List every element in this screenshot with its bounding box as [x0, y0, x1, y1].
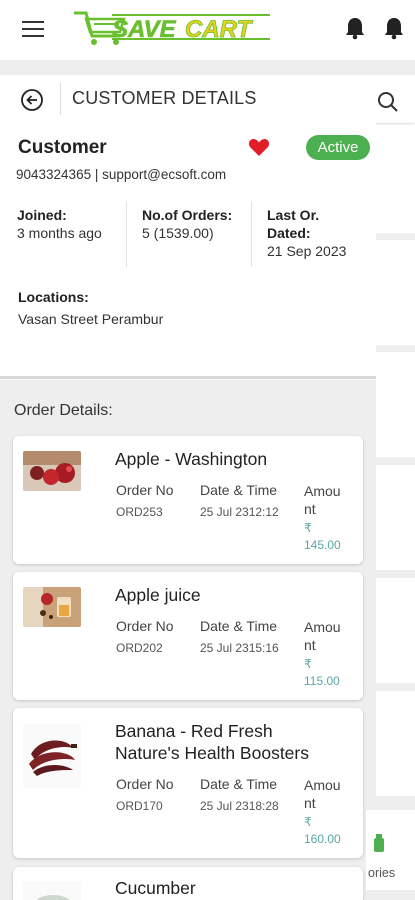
- bg-panel: [376, 691, 415, 796]
- order-card[interactable]: Apple - Washington Order No Date & Time …: [13, 436, 363, 564]
- locations-value: Vasan Street Perambur: [18, 311, 164, 327]
- last-order-stat: Last Or. Dated: 21 Sep 2023: [267, 206, 346, 260]
- bg-panel: [376, 465, 415, 570]
- customer-title: Customer: [18, 137, 107, 158]
- last-order-label: Last Or.: [267, 207, 320, 223]
- menu-icon[interactable]: [22, 21, 44, 37]
- product-name-line-1: Banana - Red Fresh: [115, 721, 273, 741]
- product-name-line-2: Nature's Health Boosters: [115, 743, 309, 763]
- orders-label: No.of Orders:: [142, 207, 233, 223]
- last-order-label-2: Dated:: [267, 225, 311, 241]
- customer-card: Customer Active 9043324365 | support@ecs…: [0, 123, 376, 380]
- divider: [60, 83, 61, 115]
- bg-panel: [376, 578, 415, 683]
- product-image: [23, 587, 81, 627]
- date-time-label: Date & Time: [200, 776, 278, 792]
- amount-value: 145.00: [304, 538, 341, 552]
- savecart-logo: SAVE CART: [74, 11, 270, 45]
- back-arrow-icon[interactable]: [20, 88, 44, 112]
- notification-bell-icon[interactable]: [344, 16, 366, 40]
- joined-stat: Joined: 3 months ago: [17, 206, 102, 242]
- date-time-label: Date & Time: [200, 618, 278, 634]
- svg-text:SAVE: SAVE: [112, 16, 177, 43]
- heart-icon[interactable]: [248, 137, 270, 157]
- amount-label-1: Amou: [304, 483, 341, 499]
- categories-label: ories: [368, 866, 396, 880]
- order-card[interactable]: Cucumber: [13, 867, 363, 900]
- order-card[interactable]: Apple juice Order No Date & Time Amou nt …: [13, 572, 363, 700]
- product-name: Apple juice: [115, 585, 201, 605]
- date-time-label: Date & Time: [200, 482, 278, 498]
- order-datetime: 25 Jul 2315:16: [200, 641, 279, 655]
- order-no-label: Order No: [116, 618, 174, 634]
- currency-symbol: ₹: [304, 657, 312, 671]
- amount-label-2: nt: [304, 637, 316, 653]
- category-icon: [374, 834, 384, 852]
- app-top-bar: SAVE CART: [0, 0, 415, 60]
- svg-text:CART: CART: [185, 16, 254, 43]
- section-divider: [0, 376, 376, 379]
- locations: Locations: Vasan Street Perambur: [18, 288, 163, 328]
- notification-bell-icon-2[interactable]: [383, 16, 405, 40]
- product-name: Cucumber: [115, 878, 196, 898]
- categories-tab[interactable]: ories: [366, 810, 415, 890]
- order-no: ORD202: [116, 641, 163, 655]
- locations-label: Locations:: [18, 289, 89, 305]
- amount-label-1: Amou: [304, 777, 341, 793]
- divider: [126, 201, 127, 267]
- amount-label-2: nt: [304, 795, 316, 811]
- product-name: Banana - Red Fresh Nature's Health Boost…: [115, 720, 309, 764]
- order-amount: ₹145.00: [304, 520, 341, 554]
- page-title: CUSTOMER DETAILS: [72, 88, 257, 108]
- bg-panel: [376, 352, 415, 457]
- amount-label: Amou nt: [304, 618, 341, 654]
- status-badge: Active: [306, 135, 370, 160]
- order-amount: ₹115.00: [304, 656, 340, 690]
- order-datetime: 25 Jul 2312:12: [200, 505, 279, 519]
- joined-value: 3 months ago: [17, 225, 102, 241]
- order-datetime: 25 Jul 2318:28: [200, 799, 279, 813]
- divider: [251, 201, 252, 267]
- orders-stat: No.of Orders: 5 (1539.00): [142, 206, 232, 242]
- product-image: [23, 451, 81, 491]
- order-no-label: Order No: [116, 776, 174, 792]
- orders-value: 5 (1539.00): [142, 225, 214, 241]
- order-details-heading: Order Details:: [14, 402, 113, 419]
- amount-value: 160.00: [304, 832, 341, 846]
- amount-label-1: Amou: [304, 619, 341, 635]
- page-header: CUSTOMER DETAILS: [0, 75, 415, 123]
- amount-label-2: nt: [304, 501, 316, 517]
- product-name: Apple - Washington: [115, 449, 268, 469]
- amount-value: 115.00: [304, 674, 340, 688]
- customer-contact: 9043324365 | support@ecsoft.com: [16, 167, 227, 182]
- search-icon[interactable]: [376, 90, 400, 114]
- joined-label: Joined:: [17, 207, 67, 223]
- product-image: [23, 724, 81, 788]
- amount-label: Amou nt: [304, 776, 341, 812]
- last-order-value: 21 Sep 2023: [267, 243, 347, 259]
- order-no: ORD253: [116, 505, 163, 519]
- order-amount: ₹160.00: [304, 814, 341, 848]
- currency-symbol: ₹: [304, 815, 312, 829]
- bg-panel: [376, 240, 415, 345]
- product-image: [23, 881, 81, 900]
- order-card[interactable]: Banana - Red Fresh Nature's Health Boost…: [13, 708, 363, 858]
- amount-label: Amou nt: [304, 482, 341, 518]
- currency-symbol: ₹: [304, 521, 312, 535]
- order-no-label: Order No: [116, 482, 174, 498]
- order-no: ORD170: [116, 799, 163, 813]
- bg-panel: [376, 123, 415, 233]
